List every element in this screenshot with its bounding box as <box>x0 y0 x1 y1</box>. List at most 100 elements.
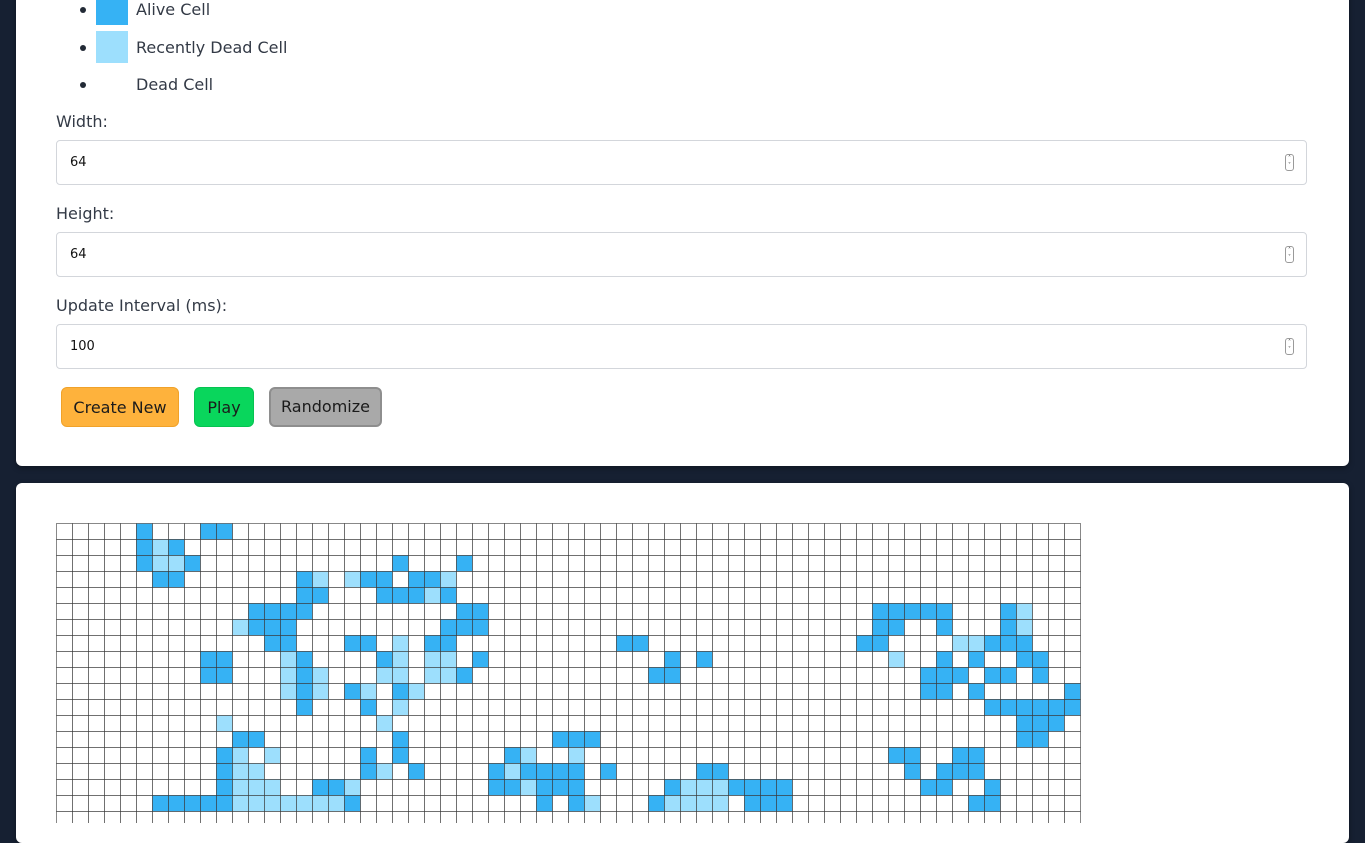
dead-cell[interactable] <box>536 747 553 764</box>
dead-cell[interactable] <box>456 747 473 764</box>
dead-cell[interactable] <box>696 587 713 604</box>
dead-cell[interactable] <box>248 571 265 588</box>
dead-cell[interactable] <box>968 555 985 572</box>
dead-cell[interactable] <box>120 683 137 700</box>
dead-cell[interactable] <box>456 539 473 556</box>
alive-cell[interactable] <box>904 763 921 780</box>
dead-cell[interactable] <box>488 635 505 652</box>
dead-cell[interactable] <box>152 683 169 700</box>
dead-cell[interactable] <box>712 747 729 764</box>
dead-cell[interactable] <box>680 667 697 684</box>
dead-cell[interactable] <box>952 731 969 748</box>
dead-cell[interactable] <box>296 715 313 732</box>
dead-cell[interactable] <box>312 523 329 540</box>
recently-dead-cell[interactable] <box>424 667 441 684</box>
dead-cell[interactable] <box>776 715 793 732</box>
dead-cell[interactable] <box>1064 539 1081 556</box>
alive-cell[interactable] <box>920 667 937 684</box>
recently-dead-cell[interactable] <box>280 795 297 812</box>
dead-cell[interactable] <box>488 667 505 684</box>
dead-cell[interactable] <box>824 811 841 824</box>
dead-cell[interactable] <box>216 571 233 588</box>
dead-cell[interactable] <box>520 619 537 636</box>
dead-cell[interactable] <box>600 683 617 700</box>
dead-cell[interactable] <box>776 539 793 556</box>
dead-cell[interactable] <box>840 715 857 732</box>
dead-cell[interactable] <box>408 779 425 796</box>
dead-cell[interactable] <box>248 683 265 700</box>
dead-cell[interactable] <box>216 587 233 604</box>
dead-cell[interactable] <box>952 571 969 588</box>
dead-cell[interactable] <box>744 555 761 572</box>
dead-cell[interactable] <box>216 635 233 652</box>
dead-cell[interactable] <box>920 635 937 652</box>
dead-cell[interactable] <box>472 571 489 588</box>
dead-cell[interactable] <box>440 539 457 556</box>
dead-cell[interactable] <box>392 571 409 588</box>
dead-cell[interactable] <box>584 683 601 700</box>
dead-cell[interactable] <box>408 747 425 764</box>
dead-cell[interactable] <box>536 539 553 556</box>
dead-cell[interactable] <box>792 635 809 652</box>
dead-cell[interactable] <box>168 699 185 716</box>
dead-cell[interactable] <box>472 683 489 700</box>
dead-cell[interactable] <box>104 587 121 604</box>
dead-cell[interactable] <box>424 603 441 620</box>
dead-cell[interactable] <box>888 763 905 780</box>
dead-cell[interactable] <box>952 715 969 732</box>
dead-cell[interactable] <box>120 603 137 620</box>
dead-cell[interactable] <box>744 731 761 748</box>
dead-cell[interactable] <box>1000 731 1017 748</box>
dead-cell[interactable] <box>88 795 105 812</box>
dead-cell[interactable] <box>264 523 281 540</box>
dead-cell[interactable] <box>664 603 681 620</box>
dead-cell[interactable] <box>392 603 409 620</box>
dead-cell[interactable] <box>776 587 793 604</box>
dead-cell[interactable] <box>344 523 361 540</box>
dead-cell[interactable] <box>472 731 489 748</box>
dead-cell[interactable] <box>856 619 873 636</box>
dead-cell[interactable] <box>72 539 89 556</box>
dead-cell[interactable] <box>968 779 985 796</box>
dead-cell[interactable] <box>248 699 265 716</box>
dead-cell[interactable] <box>344 699 361 716</box>
dead-cell[interactable] <box>920 587 937 604</box>
alive-cell[interactable] <box>296 667 313 684</box>
dead-cell[interactable] <box>1064 603 1081 620</box>
dead-cell[interactable] <box>872 587 889 604</box>
dead-cell[interactable] <box>104 667 121 684</box>
dead-cell[interactable] <box>808 603 825 620</box>
dead-cell[interactable] <box>984 811 1001 824</box>
alive-cell[interactable] <box>168 571 185 588</box>
dead-cell[interactable] <box>1048 587 1065 604</box>
dead-cell[interactable] <box>392 523 409 540</box>
dead-cell[interactable] <box>552 539 569 556</box>
alive-cell[interactable] <box>440 619 457 636</box>
dead-cell[interactable] <box>536 667 553 684</box>
dead-cell[interactable] <box>952 779 969 796</box>
dead-cell[interactable] <box>72 667 89 684</box>
dead-cell[interactable] <box>584 539 601 556</box>
dead-cell[interactable] <box>120 523 137 540</box>
dead-cell[interactable] <box>680 651 697 668</box>
dead-cell[interactable] <box>904 571 921 588</box>
dead-cell[interactable] <box>552 683 569 700</box>
dead-cell[interactable] <box>680 635 697 652</box>
alive-cell[interactable] <box>904 603 921 620</box>
alive-cell[interactable] <box>504 779 521 796</box>
dead-cell[interactable] <box>824 651 841 668</box>
dead-cell[interactable] <box>1048 683 1065 700</box>
alive-cell[interactable] <box>296 699 313 716</box>
dead-cell[interactable] <box>408 651 425 668</box>
dead-cell[interactable] <box>200 811 217 824</box>
dead-cell[interactable] <box>712 667 729 684</box>
dead-cell[interactable] <box>88 747 105 764</box>
dead-cell[interactable] <box>712 699 729 716</box>
dead-cell[interactable] <box>664 523 681 540</box>
dead-cell[interactable] <box>648 811 665 824</box>
dead-cell[interactable] <box>72 779 89 796</box>
dead-cell[interactable] <box>776 731 793 748</box>
dead-cell[interactable] <box>1016 811 1033 824</box>
dead-cell[interactable] <box>856 715 873 732</box>
dead-cell[interactable] <box>568 683 585 700</box>
